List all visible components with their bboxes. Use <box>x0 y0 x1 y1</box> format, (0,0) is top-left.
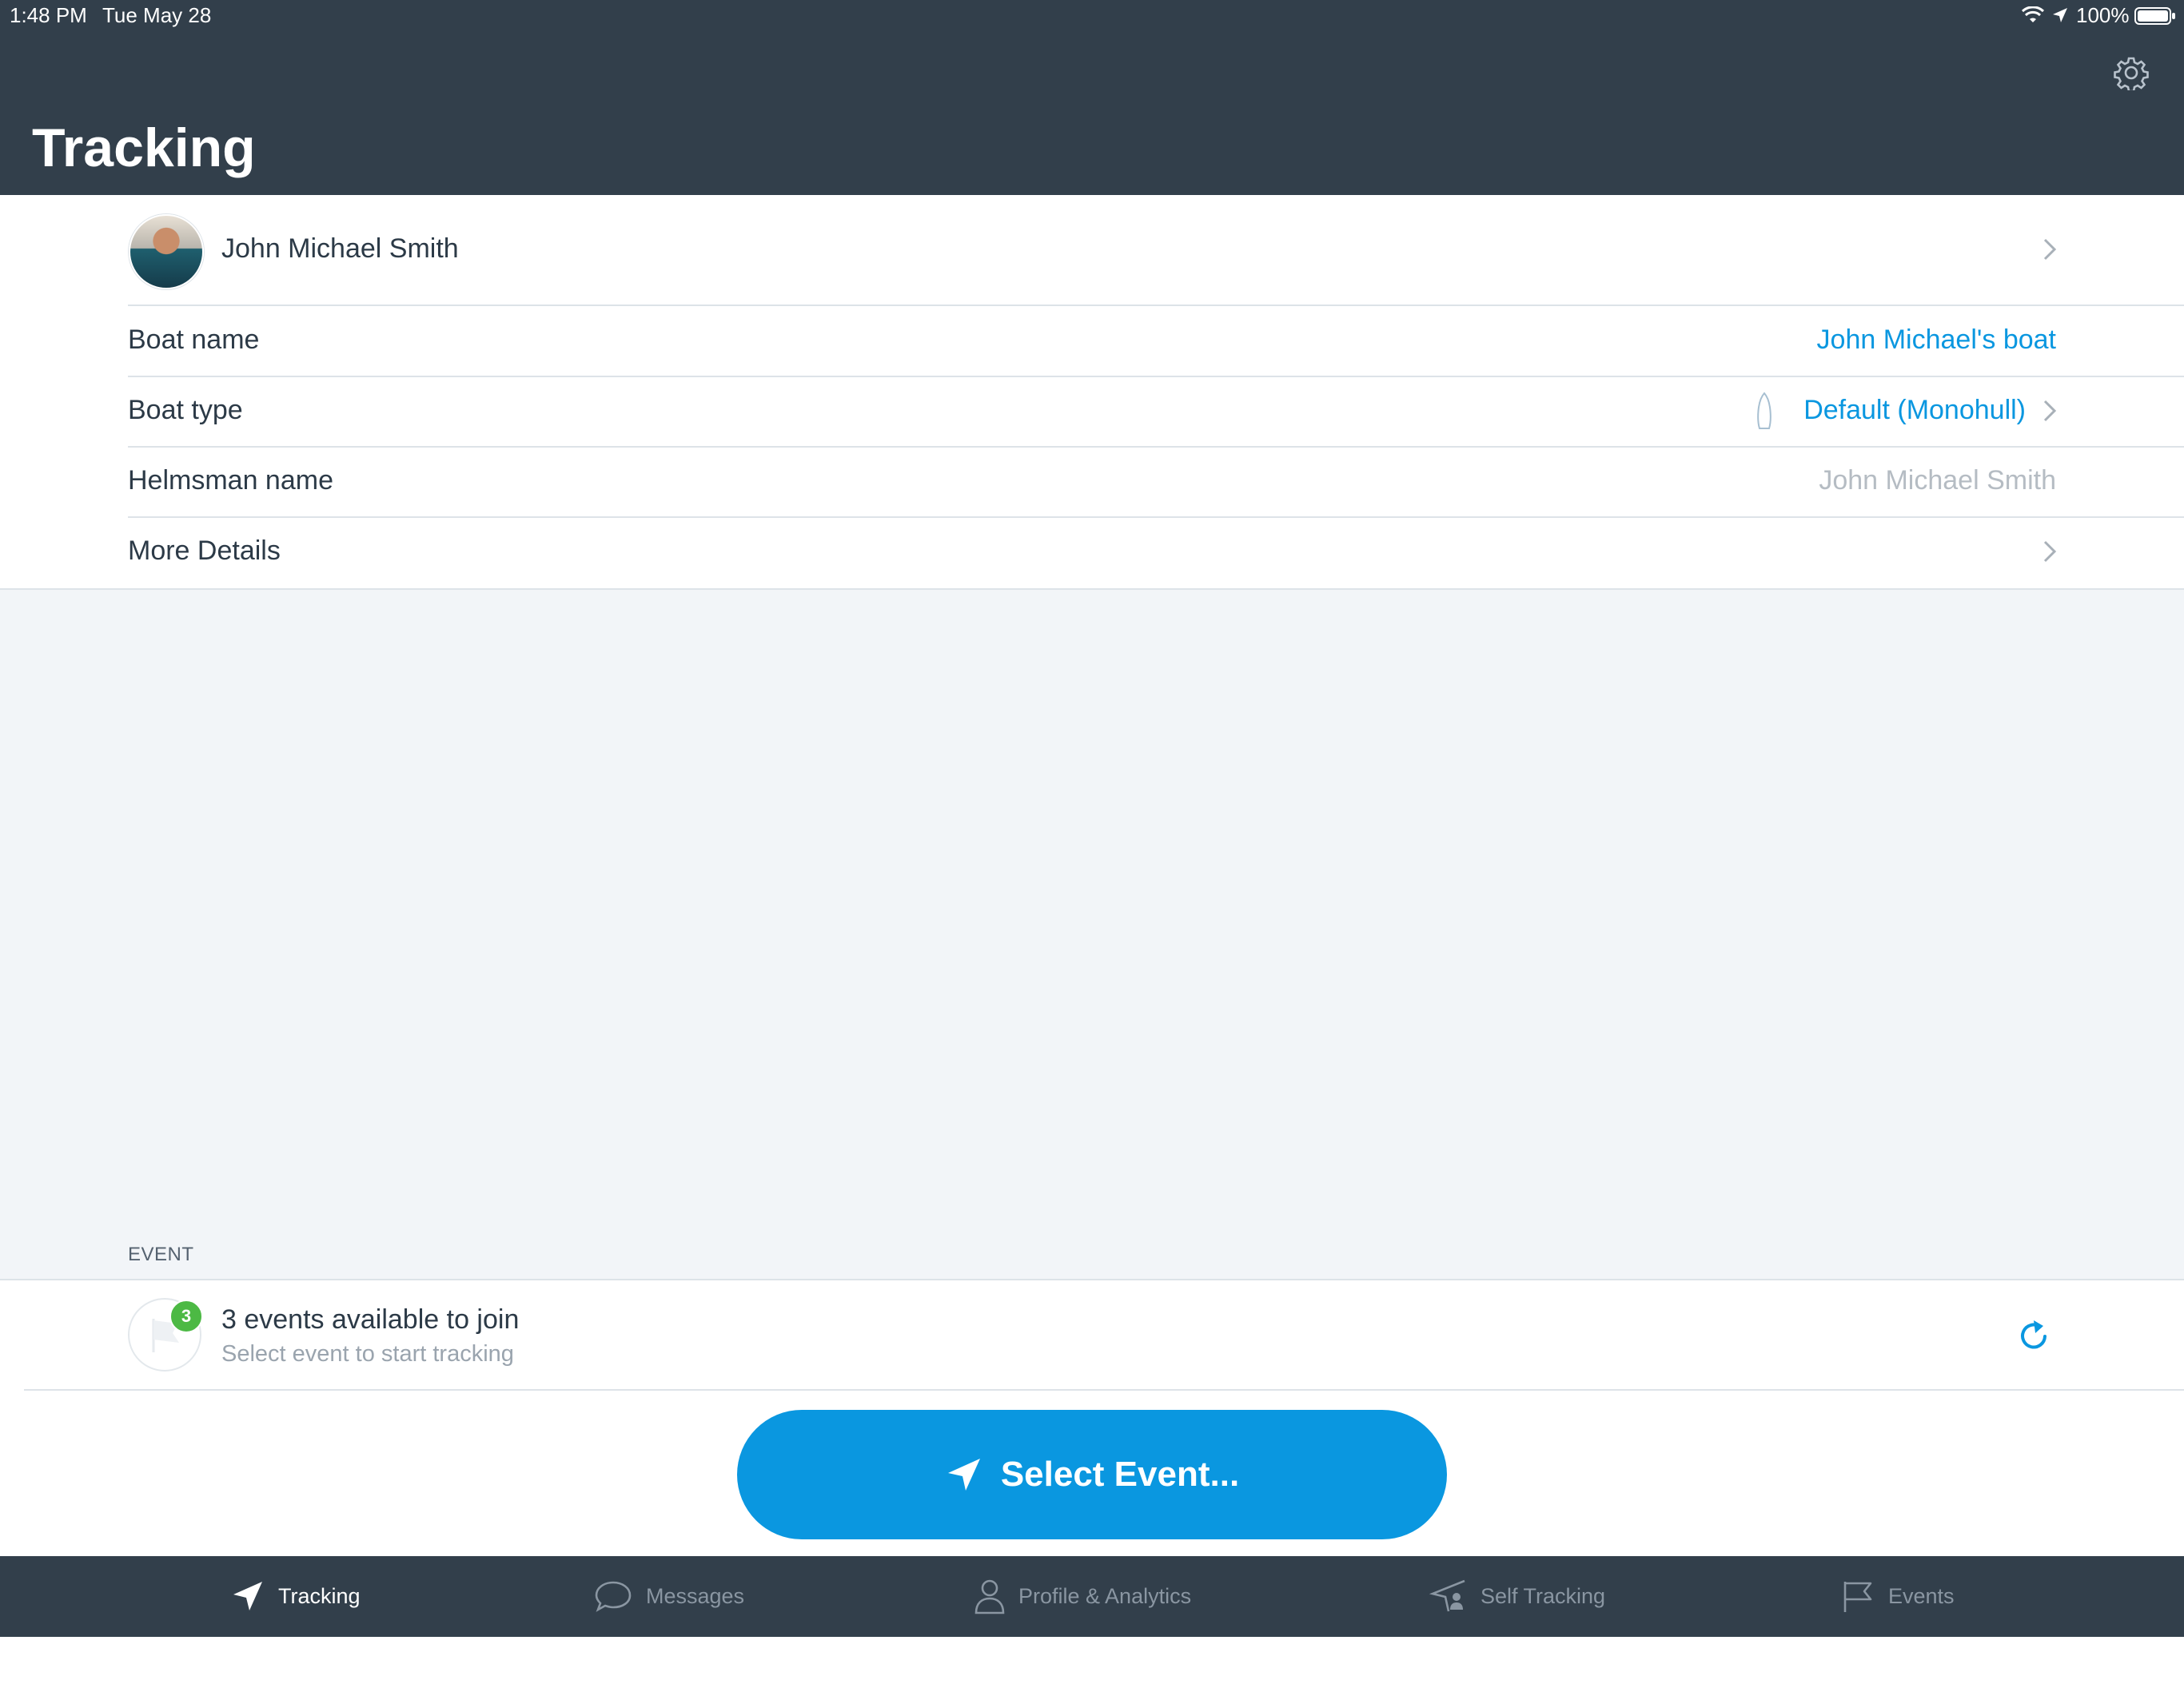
refresh-icon[interactable] <box>2016 1316 2051 1354</box>
helmsman-name-field[interactable]: John Michael Smith <box>1819 465 2056 496</box>
navigation-header <box>0 0 2184 195</box>
chevron-right-icon <box>2043 400 2057 422</box>
tab-events[interactable]: Events <box>1840 1576 1955 1616</box>
chevron-right-icon <box>2043 238 2057 261</box>
tab-tracking[interactable]: Tracking <box>230 1576 361 1616</box>
helmsman-name-label: Helmsman name <box>128 465 333 496</box>
settings-gear-icon[interactable] <box>2114 55 2149 93</box>
battery-icon <box>2134 6 2176 30</box>
chevron-right-icon <box>2043 540 2057 563</box>
avatar <box>129 214 204 289</box>
profile-name: John Michael Smith <box>221 233 459 264</box>
status-time: 1:48 PM <box>10 3 87 27</box>
boat-name-value[interactable]: John Michael's boat <box>1817 324 2056 356</box>
event-divider <box>24 1389 2184 1391</box>
status-date: Tue May 28 <box>102 3 212 27</box>
navigation-arrow-icon <box>233 1582 262 1610</box>
event-section-header: EVENT <box>128 1244 194 1265</box>
select-event-label: Select Event... <box>1000 1455 1240 1494</box>
event-count-badge: 3 <box>169 1300 203 1333</box>
tab-label: Self Tracking <box>1481 1583 1606 1608</box>
tab-self-tracking[interactable]: Self Tracking <box>1429 1576 1605 1616</box>
chat-bubble-icon <box>595 1581 632 1612</box>
event-subtitle: Select event to start tracking <box>221 1341 514 1367</box>
flag-icon <box>1843 1582 1872 1612</box>
tab-label: Messages <box>646 1583 745 1608</box>
more-details-row[interactable] <box>0 518 2184 587</box>
boat-name-label: Boat name <box>128 324 260 355</box>
self-tracking-icon <box>1429 1579 1465 1612</box>
navigation-arrow-icon <box>947 1459 980 1491</box>
tab-profile-analytics[interactable]: Profile & Analytics <box>974 1576 1191 1616</box>
event-title: 3 events available to join <box>221 1304 520 1335</box>
tab-label: Events <box>1888 1583 1955 1608</box>
battery-percent: 100% <box>2076 3 2130 27</box>
boat-type-value: Default (Monohull) <box>1803 395 2026 425</box>
person-icon <box>974 1579 1005 1614</box>
wifi-icon <box>2021 6 2045 28</box>
page-title: Tracking <box>32 117 256 178</box>
tab-label: Profile & Analytics <box>1018 1583 1192 1608</box>
tab-messages[interactable]: Messages <box>593 1576 744 1616</box>
location-services-icon <box>2051 6 2069 28</box>
more-details-label: More Details <box>128 535 281 566</box>
select-event-button[interactable]: Select Event... <box>737 1410 1447 1539</box>
monohull-boat-icon <box>1756 392 1773 434</box>
tab-label: Tracking <box>278 1583 361 1608</box>
boat-type-label: Boat type <box>128 395 243 425</box>
